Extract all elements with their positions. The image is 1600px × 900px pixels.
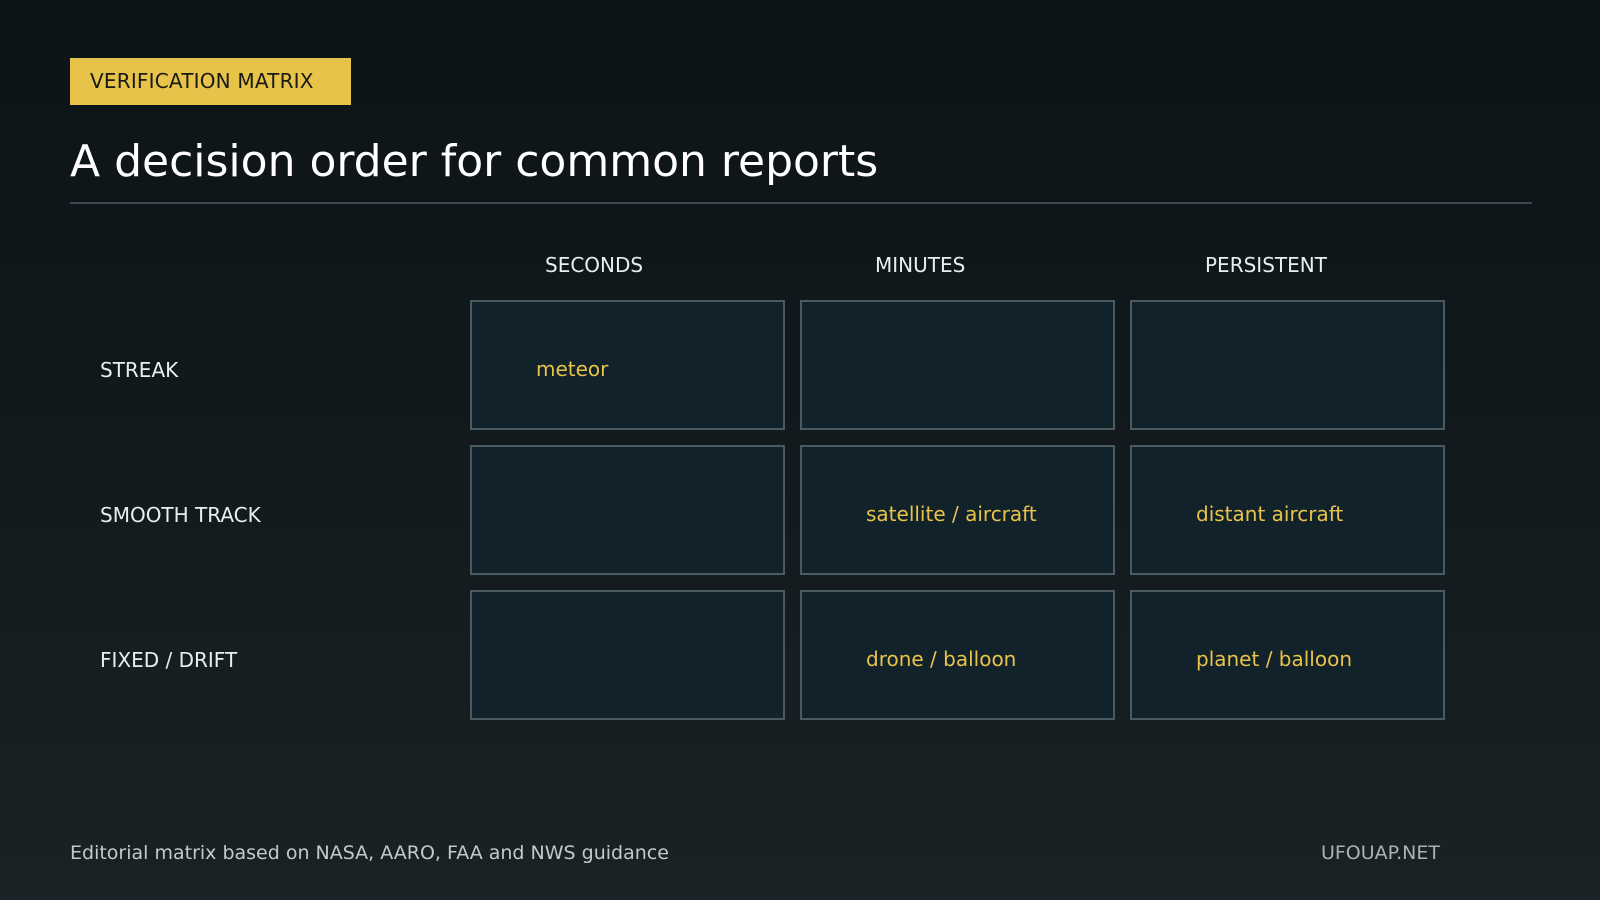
matrix-cell: distant aircraft [1130,445,1445,575]
column-header-minutes: MINUTES [875,253,966,277]
title-divider [70,202,1532,204]
column-header-seconds: SECONDS [545,253,644,277]
cell-label: drone / balloon [866,647,1017,671]
matrix-cell: meteor [470,300,785,430]
cell-label: meteor [536,357,609,381]
matrix-cell: satellite / aircraft [800,445,1115,575]
cell-label: distant aircraft [1196,502,1344,526]
row-label-smooth-track: SMOOTH TRACK [100,503,261,527]
matrix-cell [470,590,785,720]
matrix-cell [1130,300,1445,430]
column-header-persistent: PERSISTENT [1205,253,1327,277]
site-brand: UFOUAP.NET [1320,842,1440,864]
matrix-cell [800,300,1115,430]
section-badge: VERIFICATION MATRIX [70,58,351,105]
row-label-streak: STREAK [100,358,179,382]
matrix-cell [470,445,785,575]
cell-label: satellite / aircraft [866,502,1037,526]
matrix-cell: planet / balloon [1130,590,1445,720]
page-title: A decision order for common reports [70,136,879,187]
cell-label: planet / balloon [1196,647,1352,671]
matrix-cell: drone / balloon [800,590,1115,720]
source-note: Editorial matrix based on NASA, AARO, FA… [70,842,669,864]
row-label-fixed-drift: FIXED / DRIFT [100,648,238,672]
